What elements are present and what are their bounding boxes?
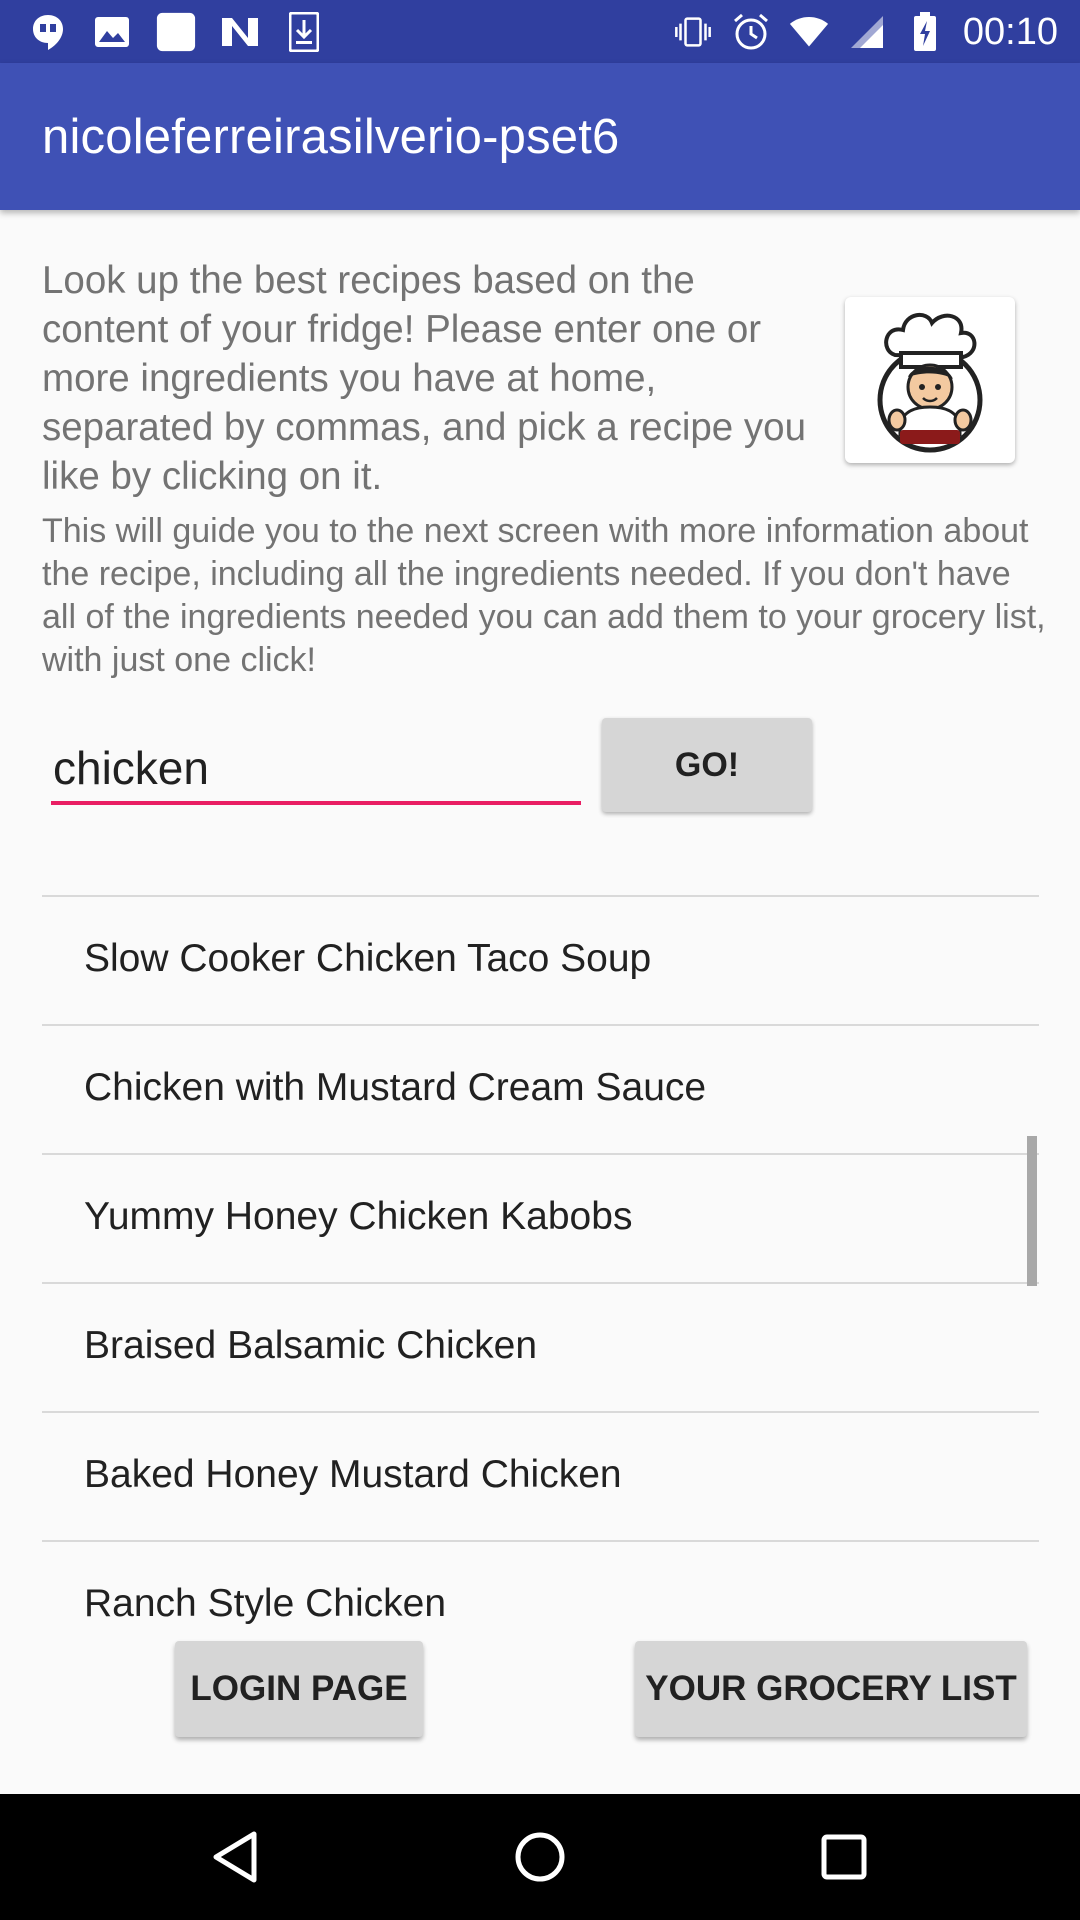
list-item[interactable]: Chicken with Mustard Cream Sauce — [42, 1026, 1039, 1155]
list-item[interactable]: Ranch Style Chicken — [42, 1542, 1039, 1625]
ingredient-search-input[interactable] — [51, 735, 581, 805]
list-item[interactable]: Braised Balsamic Chicken — [42, 1284, 1039, 1413]
n-icon — [220, 12, 260, 52]
login-page-button[interactable]: LOGIN PAGE — [175, 1641, 423, 1737]
home-icon[interactable] — [507, 1824, 573, 1890]
hangouts-icon — [28, 12, 68, 52]
alarm-icon — [731, 12, 771, 52]
chef-icon — [877, 313, 983, 453]
grocery-list-button[interactable]: YOUR GROCERY LIST — [635, 1641, 1027, 1737]
download-icon — [284, 12, 324, 52]
square-icon — [156, 12, 196, 52]
back-icon[interactable] — [202, 1824, 268, 1890]
list-item[interactable]: Yummy Honey Chicken Kabobs — [42, 1155, 1039, 1284]
list-scrollbar[interactable] — [1027, 1136, 1037, 1286]
app-title: nicoleferreirasilverio-pset6 — [42, 110, 620, 164]
signal-icon — [847, 12, 887, 52]
clock: 00:10 — [962, 10, 1058, 53]
go-button[interactable]: GO! — [602, 718, 812, 812]
status-bar: 00:10 — [0, 0, 1080, 63]
navigation-bar — [0, 1794, 1080, 1920]
list-item[interactable]: Baked Honey Mustard Chicken — [42, 1413, 1039, 1542]
wifi-icon — [789, 12, 829, 52]
list-item[interactable]: Slow Cooker Chicken Taco Soup — [42, 897, 1039, 1026]
recipe-title: Braised Balsamic Chicken — [84, 1324, 538, 1367]
recipe-title: Chicken with Mustard Cream Sauce — [84, 1066, 707, 1109]
recipe-list[interactable]: Slow Cooker Chicken Taco Soup Chicken wi… — [42, 895, 1039, 1625]
battery-charging-icon — [905, 12, 945, 52]
vibrate-icon — [673, 12, 713, 52]
recipe-title: Baked Honey Mustard Chicken — [84, 1453, 622, 1496]
recipe-title: Ranch Style Chicken — [84, 1582, 447, 1625]
chef-logo — [845, 297, 1015, 463]
recipe-title: Slow Cooker Chicken Taco Soup — [84, 937, 652, 980]
recipe-title: Yummy Honey Chicken Kabobs — [84, 1195, 633, 1238]
image-icon — [92, 12, 132, 52]
recents-icon[interactable] — [811, 1824, 877, 1890]
app-bar: nicoleferreirasilverio-pset6 — [0, 63, 1080, 210]
intro-text-2: This will guide you to the next screen w… — [42, 512, 1046, 679]
intro-text: Look up the best recipes based on the co… — [42, 259, 806, 498]
